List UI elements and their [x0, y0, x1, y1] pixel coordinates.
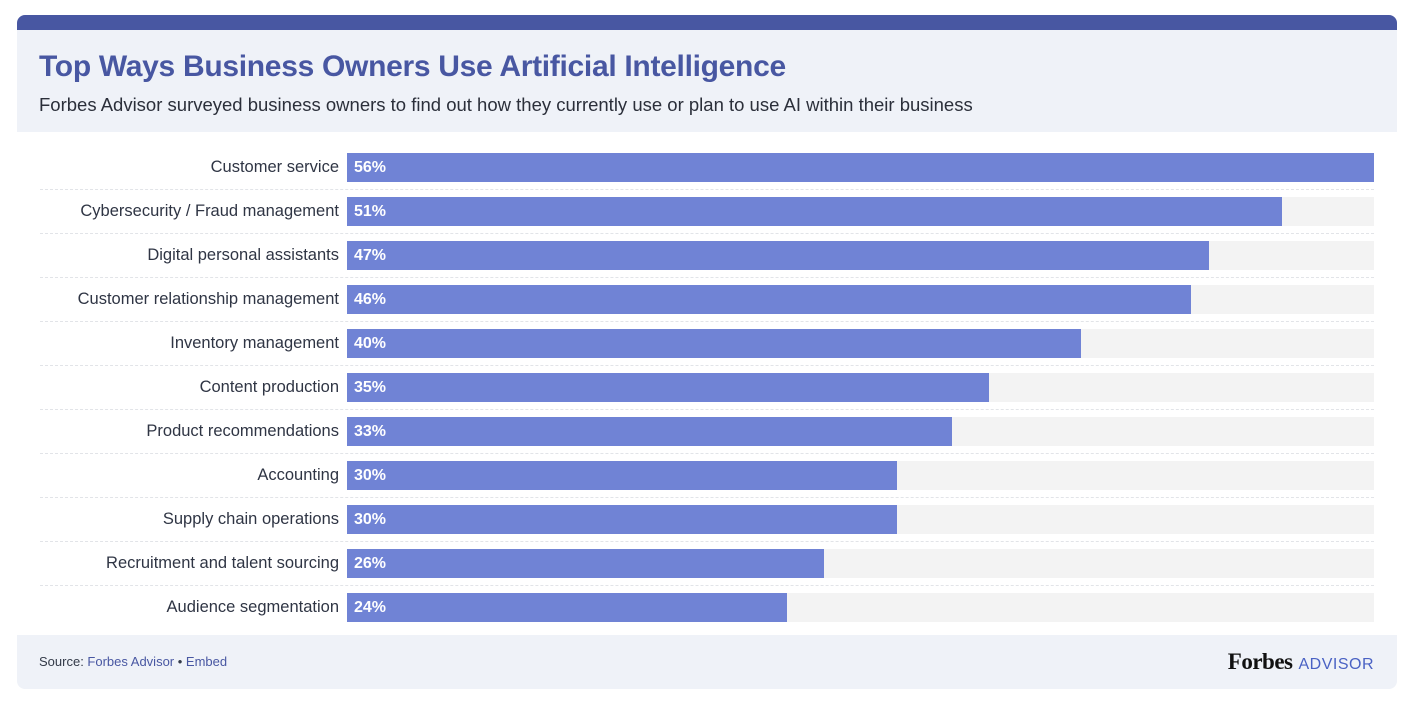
- bar: 35%: [347, 373, 989, 402]
- embed-link[interactable]: Embed: [186, 654, 227, 669]
- bar: 46%: [347, 285, 1191, 314]
- source-link[interactable]: Forbes Advisor: [87, 654, 174, 669]
- row-divider: [40, 277, 1374, 278]
- bar-row: Digital personal assistants 47%: [40, 241, 1374, 285]
- bar-track: 56%: [347, 153, 1374, 182]
- row-divider: [40, 409, 1374, 410]
- value-label: 30%: [354, 467, 387, 484]
- bar: 40%: [347, 329, 1081, 358]
- value-label: 56%: [354, 159, 387, 176]
- bar-row: Customer relationship management 46%: [40, 285, 1374, 329]
- row-divider: [40, 541, 1374, 542]
- bar-track: 40%: [347, 329, 1374, 358]
- value-label: 47%: [354, 247, 387, 264]
- source-separator: •: [174, 654, 186, 669]
- category-label: Cybersecurity / Fraud management: [80, 202, 339, 220]
- brand-advisor: ADVISOR: [1298, 656, 1374, 673]
- category-label: Digital personal assistants: [147, 246, 339, 264]
- bar: 30%: [347, 505, 897, 534]
- bar-track: 47%: [347, 241, 1374, 270]
- bar-chart: Customer service 56% Cybersecurity / Fraud…: [0, 0, 1410, 704]
- brand-forbes: Forbes: [1227, 649, 1293, 674]
- bar: 56%: [347, 153, 1374, 182]
- value-label: 26%: [354, 555, 387, 572]
- category-label: Customer relationship management: [77, 290, 339, 308]
- row-divider: [40, 453, 1374, 454]
- value-label: 51%: [354, 203, 387, 220]
- bar-track: 30%: [347, 505, 1374, 534]
- bar-track: 51%: [347, 197, 1374, 226]
- category-label: Customer service: [210, 158, 339, 176]
- bar-row: Audience segmentation 24%: [40, 593, 1374, 637]
- bar-row: Inventory management 40%: [40, 329, 1374, 373]
- category-label: Recruitment and talent sourcing: [106, 554, 339, 572]
- bar-row: Customer service 56%: [40, 153, 1374, 197]
- bar: 24%: [347, 593, 787, 622]
- bar-row: Cybersecurity / Fraud management 51%: [40, 197, 1374, 241]
- bar: 47%: [347, 241, 1209, 270]
- bar-track: 33%: [347, 417, 1374, 446]
- value-label: 46%: [354, 291, 387, 308]
- row-divider: [40, 321, 1374, 322]
- category-label: Inventory management: [170, 334, 339, 352]
- row-divider: [40, 585, 1374, 586]
- bar-track: 26%: [347, 549, 1374, 578]
- value-label: 30%: [354, 511, 387, 528]
- bar-track: 30%: [347, 461, 1374, 490]
- value-label: 24%: [354, 599, 387, 616]
- value-label: 40%: [354, 335, 387, 352]
- bar-row: Recruitment and talent sourcing 26%: [40, 549, 1374, 593]
- value-label: 35%: [354, 379, 387, 396]
- forbes-advisor-logo: Forbes ADVISOR: [1228, 649, 1374, 675]
- row-divider: [40, 233, 1374, 234]
- bar-row: Content production 35%: [40, 373, 1374, 417]
- bar: 26%: [347, 549, 824, 578]
- category-label: Content production: [199, 378, 339, 396]
- bar-row: Supply chain operations 30%: [40, 505, 1374, 549]
- source-prefix: Source:: [39, 654, 88, 669]
- category-label: Supply chain operations: [162, 510, 339, 528]
- category-label: Audience segmentation: [166, 598, 339, 616]
- row-divider: [40, 365, 1374, 366]
- bar-row: Product recommendations 33%: [40, 417, 1374, 461]
- bar-track: 46%: [347, 285, 1374, 314]
- category-label: Product recommendations: [146, 422, 339, 440]
- bar-track: 24%: [347, 593, 1374, 622]
- row-divider: [40, 189, 1374, 190]
- bar: 33%: [347, 417, 952, 446]
- row-divider: [40, 497, 1374, 498]
- source-line: Source: Forbes Advisor • Embed: [39, 654, 227, 669]
- bar-track: 35%: [347, 373, 1374, 402]
- bar: 51%: [347, 197, 1282, 226]
- bar-row: Accounting 30%: [40, 461, 1374, 505]
- chart-footer: Source: Forbes Advisor • Embed Forbes ADV…: [17, 635, 1397, 689]
- category-label: Accounting: [257, 466, 339, 484]
- bar: 30%: [347, 461, 897, 490]
- value-label: 33%: [354, 423, 387, 440]
